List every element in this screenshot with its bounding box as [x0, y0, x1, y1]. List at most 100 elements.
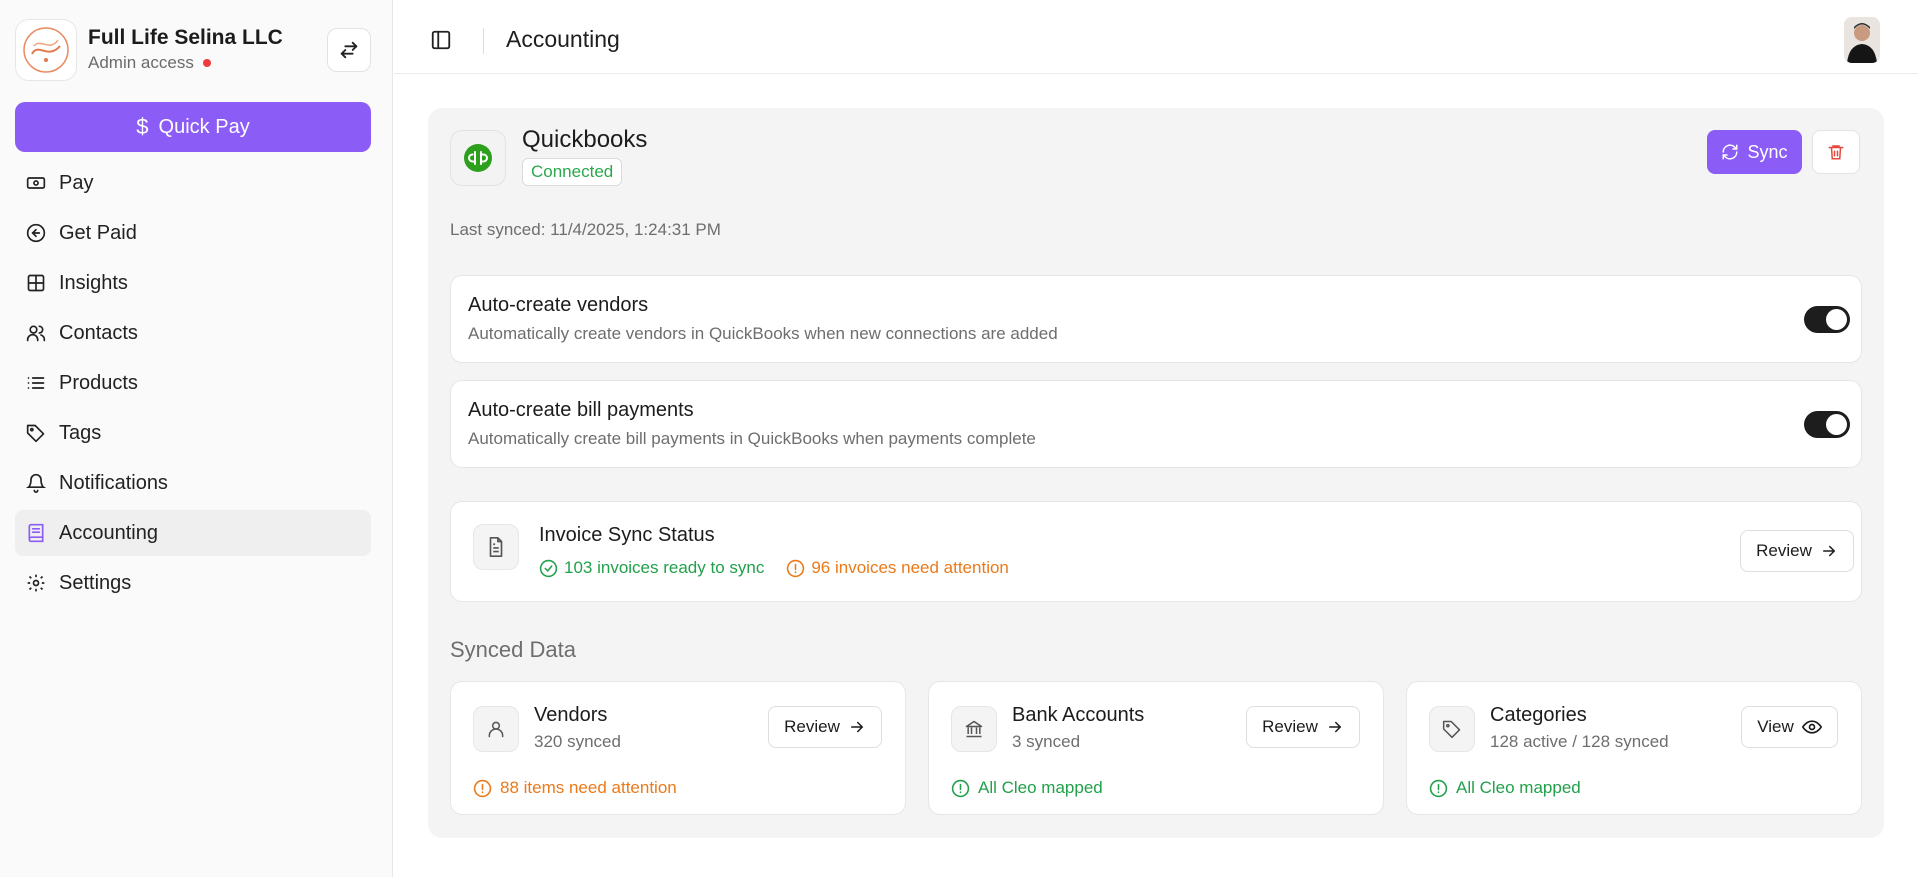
auto-create-vendors-toggle[interactable]: [1804, 306, 1850, 333]
categories-view-button[interactable]: View: [1741, 706, 1838, 748]
card-subtitle: 3 synced: [1012, 732, 1081, 751]
vendors-review-button[interactable]: Review: [768, 706, 882, 748]
tag-icon: [1429, 706, 1475, 752]
card-status: All Cleo mapped: [978, 778, 1103, 797]
invoice-review-button[interactable]: Review: [1740, 530, 1854, 572]
quick-pay-label: Quick Pay: [158, 115, 250, 138]
card-subtitle: 320 synced: [534, 732, 621, 751]
setting-auto-create-vendors: Auto-create vendors Automatically create…: [450, 275, 1862, 363]
setting-title: Auto-create bill payments: [468, 399, 694, 421]
invoices-ready-text: 103 invoices ready to sync: [564, 558, 765, 577]
synced-data-heading: Synced Data: [450, 637, 576, 662]
org-role: Admin access: [88, 53, 194, 72]
main-area: Accounting Quickbooks Connected Sync Las…: [394, 0, 1920, 877]
document-icon: [473, 524, 519, 570]
quick-pay-button[interactable]: $ Quick Pay: [15, 102, 371, 152]
last-synced-text: Last synced: 11/4/2025, 1:24:31 PM: [450, 220, 721, 239]
card-title: Categories: [1490, 704, 1587, 726]
sidebar-item-label: Get Paid: [59, 221, 137, 244]
sidebar-item-settings[interactable]: Settings: [15, 560, 371, 606]
card-status: All Cleo mapped: [1456, 778, 1581, 797]
sync-label: Sync: [1747, 141, 1788, 162]
auto-create-bill-payments-toggle[interactable]: [1804, 411, 1850, 438]
review-label: Review: [1262, 717, 1318, 736]
sidebar: Full Life Selina LLC Admin access $ Quic…: [0, 0, 393, 877]
sidebar-item-label: Pay: [59, 171, 94, 194]
switch-org-button[interactable]: [327, 28, 371, 72]
refresh-icon: [1722, 144, 1738, 160]
sidebar-item-accounting[interactable]: Accounting: [15, 510, 371, 556]
sidebar-toggle-button[interactable]: [428, 27, 454, 53]
sidebar-item-label: Products: [59, 371, 138, 394]
alert-circle-icon: [951, 779, 970, 797]
cash-icon: [25, 172, 47, 194]
users-icon: [25, 322, 47, 344]
card-status: 88 items need attention: [500, 778, 677, 797]
accounting-card: Quickbooks Connected Sync Last synced: 1…: [428, 108, 1884, 838]
card-title: Vendors: [534, 704, 608, 726]
tag-icon: [25, 422, 47, 444]
sidebar-item-label: Notifications: [59, 471, 168, 494]
alert-circle-icon: [787, 559, 805, 577]
sidebar-item-products[interactable]: Products: [15, 360, 371, 406]
status-dot: [202, 59, 211, 67]
setting-title: Auto-create vendors: [468, 294, 649, 316]
bank-accounts-review-button[interactable]: Review: [1246, 706, 1360, 748]
bell-icon: [25, 472, 47, 494]
grid-icon: [25, 272, 47, 294]
dollar-icon: $: [136, 114, 149, 139]
list-icon: [25, 372, 47, 394]
sidebar-item-tags[interactable]: Tags: [15, 410, 371, 456]
view-label: View: [1757, 717, 1794, 736]
book-icon: [25, 522, 47, 544]
sidebar-item-pay[interactable]: Pay: [15, 160, 371, 206]
arrow-right-icon: [1822, 545, 1836, 557]
sidebar-item-label: Tags: [59, 421, 102, 444]
review-label: Review: [1756, 541, 1812, 560]
divider: [483, 28, 484, 54]
trash-icon: [1828, 145, 1844, 160]
eye-icon: [1801, 720, 1822, 734]
sidebar-nav: Pay Get Paid Insights Contacts Products: [15, 160, 371, 610]
invoice-sync-status: Invoice Sync Status 103 invoices ready t…: [450, 501, 1862, 602]
sidebar-item-get-paid[interactable]: Get Paid: [15, 210, 371, 256]
org-name: Full Life Selina LLC: [88, 26, 283, 49]
sidebar-item-insights[interactable]: Insights: [15, 260, 371, 306]
setting-auto-create-bill-payments: Auto-create bill payments Automatically …: [450, 380, 1862, 468]
bank-accounts-card: Bank Accounts 3 synced Review All Cleo m…: [928, 681, 1384, 815]
integration-name: Quickbooks: [522, 126, 648, 153]
setting-description: Automatically create bill payments in Qu…: [468, 429, 1036, 448]
setting-description: Automatically create vendors in QuickBoo…: [468, 324, 1058, 343]
categories-card: Categories 128 active / 128 synced View …: [1406, 681, 1862, 815]
delete-integration-button[interactable]: [1812, 130, 1860, 174]
arrow-right-icon: [1328, 721, 1342, 733]
quickbooks-logo-icon: [450, 130, 506, 186]
sidebar-item-label: Settings: [59, 571, 132, 594]
user-icon: [473, 706, 519, 752]
org-switcher: Full Life Selina LLC Admin access: [15, 18, 371, 82]
sidebar-item-notifications[interactable]: Notifications: [15, 460, 371, 506]
status-badge: Connected: [522, 158, 623, 186]
topbar: Accounting: [394, 7, 1918, 74]
vendors-card: Vendors 320 synced Review 88 items need …: [450, 681, 906, 815]
avatar[interactable]: [1844, 17, 1880, 63]
arrow-right-icon: [850, 721, 864, 733]
panel-left-icon: [431, 30, 451, 50]
sidebar-item-label: Accounting: [59, 521, 158, 544]
invoice-sync-title: Invoice Sync Status: [539, 524, 715, 546]
card-subtitle: 128 active / 128 synced: [1490, 732, 1669, 751]
check-circle-icon: [539, 559, 558, 577]
arrow-circle-left-icon: [25, 222, 47, 244]
sidebar-item-label: Insights: [59, 271, 128, 294]
sync-button[interactable]: Sync: [1707, 130, 1802, 174]
sidebar-item-label: Contacts: [59, 321, 138, 344]
review-label: Review: [784, 717, 840, 736]
card-title: Bank Accounts: [1012, 704, 1145, 726]
page-title: Accounting: [506, 26, 620, 52]
arrows-swap-icon: [340, 41, 358, 59]
bank-icon: [951, 706, 997, 752]
sidebar-item-contacts[interactable]: Contacts: [15, 310, 371, 356]
invoices-attention-text: 96 invoices need attention: [811, 558, 1009, 577]
gear-icon: [25, 572, 47, 594]
org-logo: [15, 19, 77, 81]
